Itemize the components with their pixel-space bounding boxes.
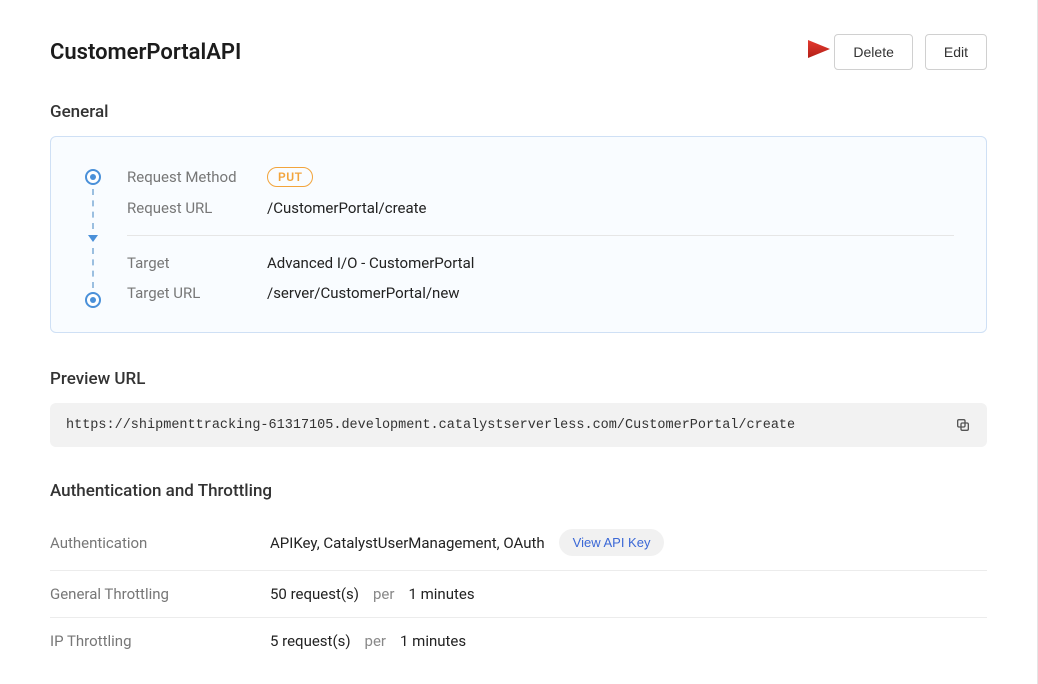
target-url-label: Target URL [127, 284, 267, 302]
flow-arrow-icon [88, 235, 98, 242]
auth-section-title: Authentication and Throttling [50, 481, 987, 501]
general-card: Request Method PUT Request URL /Customer… [50, 136, 987, 333]
edit-button[interactable]: Edit [925, 34, 987, 70]
copy-icon[interactable] [955, 417, 971, 433]
ip-throttling-per: per [365, 632, 386, 650]
flow-end-icon [85, 292, 101, 308]
view-api-key-button[interactable]: View API Key [559, 529, 665, 556]
general-section-title: General [50, 102, 987, 122]
preview-url-text: https://shipmenttracking-61317105.develo… [66, 418, 795, 433]
authentication-value: APIKey, CatalystUserManagement, OAuth [270, 534, 545, 552]
general-throttling-value: 50 request(s) [270, 585, 359, 603]
ip-throttling-value: 5 request(s) [270, 632, 351, 650]
authentication-row: Authentication APIKey, CatalystUserManag… [50, 515, 987, 571]
header-actions: Delete Edit [834, 34, 987, 70]
general-throttling-label: General Throttling [50, 585, 270, 603]
general-section: General Request Method PUT Request UR [50, 102, 987, 333]
flow-indicator [83, 161, 103, 308]
target-value: Advanced I/O - CustomerPortal [267, 254, 474, 272]
request-method-badge: PUT [267, 167, 313, 187]
preview-url-section: Preview URL https://shipmenttracking-613… [50, 369, 987, 447]
target-label: Target [127, 254, 267, 272]
preview-url-box: https://shipmenttracking-61317105.develo… [50, 403, 987, 447]
ip-throttling-interval: 1 minutes [400, 632, 466, 650]
flow-start-icon [85, 169, 101, 185]
request-url-label: Request URL [127, 199, 267, 217]
request-method-label: Request Method [127, 168, 267, 186]
ip-throttling-row: IP Throttling 5 request(s) per 1 minutes [50, 618, 987, 664]
page-title: CustomerPortalAPI [50, 40, 241, 65]
request-url-value: /CustomerPortal/create [267, 199, 427, 217]
target-url-value: /server/CustomerPortal/new [267, 284, 460, 302]
general-throttling-row: General Throttling 50 request(s) per 1 m… [50, 571, 987, 618]
authentication-label: Authentication [50, 534, 270, 552]
preview-url-section-title: Preview URL [50, 369, 987, 389]
ip-throttling-label: IP Throttling [50, 632, 270, 650]
general-throttling-interval: 1 minutes [408, 585, 474, 603]
auth-throttling-section: Authentication and Throttling Authentica… [50, 481, 987, 664]
divider [127, 235, 954, 236]
delete-button[interactable]: Delete [834, 34, 912, 70]
general-throttling-per: per [373, 585, 394, 603]
